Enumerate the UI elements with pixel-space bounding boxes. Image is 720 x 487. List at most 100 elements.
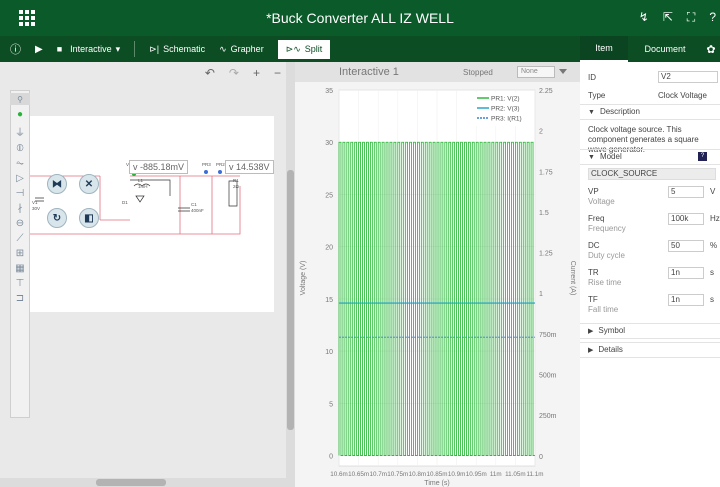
- inductor-icon[interactable]: ∤: [18, 203, 23, 214]
- d1-label: D1: [122, 200, 128, 205]
- y-tick-label: 20: [325, 245, 333, 252]
- opamp-icon[interactable]: ⊐: [16, 293, 24, 304]
- graph-header: Interactive 1 Stopped None: [295, 62, 580, 82]
- model-section-header[interactable]: ▼ Model?: [580, 149, 720, 165]
- y2-tick-label: 2.25: [539, 88, 553, 95]
- y2-tick-label: 0: [539, 454, 543, 461]
- properties-panel: ID V2 Type Clock Voltage ▼ Description Cl…: [580, 62, 720, 487]
- param-name: DC: [588, 241, 600, 250]
- x-tick-label: 10.6m: [330, 471, 348, 478]
- document-title: *Buck Converter ALL IZ WELL: [266, 10, 454, 26]
- current-source-icon[interactable]: ⊖: [16, 218, 24, 229]
- delete-icon[interactable]: ✕: [79, 174, 99, 194]
- grapher-label: Grapher: [230, 44, 264, 54]
- voltage-source-icon[interactable]: ⦶: [16, 143, 23, 154]
- schematic-scrollbar-horizontal[interactable]: [0, 478, 286, 487]
- schematic-pane: ↶ ↷ + − ⚲ ● ⏚ ⦶ ⏦ ▷ ⊣ ∤ ⊖ ⟋ ⊞ ▦ ⊤ ⊐ V1 3…: [0, 62, 295, 487]
- zoom-out-icon[interactable]: −: [274, 66, 281, 80]
- cursor-select[interactable]: None: [517, 66, 555, 78]
- model-select[interactable]: CLOCK_SOURCE: [588, 168, 716, 180]
- param-value-field[interactable]: 1n: [668, 267, 704, 279]
- schematic-scrollbar-vertical[interactable]: [286, 62, 295, 487]
- y-tick-label: 10: [325, 349, 333, 356]
- share-icon[interactable]: ⇱: [663, 10, 673, 25]
- series-pr1-v2-line: [338, 141, 535, 456]
- param-name: TR: [588, 268, 599, 277]
- model-header-label: Model: [599, 152, 622, 161]
- rotate-icon[interactable]: ↻: [47, 208, 67, 228]
- tab-item[interactable]: Item: [580, 36, 628, 62]
- y2-axis-label: Current (A): [569, 261, 576, 296]
- type-label: Type: [588, 91, 606, 100]
- ground-icon[interactable]: ⏚: [15, 124, 25, 139]
- schematic-canvas[interactable]: V1 30V L1 1mH C1 400nF R1 2Ω D1 V(2) PR3…: [30, 116, 274, 312]
- x-tick-label: 10.8m: [409, 471, 427, 478]
- description-section-header[interactable]: ▼ Description: [580, 104, 720, 120]
- description-header-label: Description: [599, 107, 640, 116]
- switch-icon[interactable]: ⟋: [17, 233, 24, 244]
- fullscreen-icon[interactable]: ⛶: [687, 10, 695, 25]
- param-name: VP: [588, 187, 599, 196]
- split-view-button[interactable]: ⊳∿ Split: [277, 39, 331, 59]
- param-value-field[interactable]: 100k: [668, 213, 704, 225]
- probe-readout-v2: v -885.18mV: [129, 160, 189, 174]
- gear-icon[interactable]: ✿: [702, 36, 720, 62]
- y2-tick-label: 1.5: [539, 210, 549, 217]
- y-tick-label: 35: [325, 88, 333, 95]
- scroll-thumb[interactable]: [96, 479, 166, 486]
- param-value-field[interactable]: 1n: [668, 294, 704, 306]
- chevron-down-icon[interactable]: [559, 69, 567, 74]
- v1-label: V1: [32, 200, 38, 205]
- ic-icon[interactable]: ▦: [15, 263, 24, 274]
- y-tick-label: 15: [325, 297, 333, 304]
- caret-right-icon: ▶: [588, 328, 594, 335]
- waveform-chart[interactable]: 0 5 10 15 20 25 30 35 0 250m 500m 750m 1 1.25 1.5 1.75 2…: [295, 82, 580, 487]
- symbol-section-header[interactable]: ▶ Symbol: [580, 323, 720, 339]
- info-icon[interactable]: ⓘ: [10, 41, 21, 57]
- param-unit: Hz: [710, 214, 720, 223]
- redo-icon[interactable]: ↷: [229, 66, 239, 80]
- help-icon[interactable]: ?: [709, 10, 716, 25]
- grapher-icon: ∿: [219, 43, 227, 54]
- y2-tick-label: 1.25: [539, 251, 553, 258]
- y-tick-label: 0: [329, 454, 333, 461]
- y2-tick-label: 2: [539, 129, 543, 136]
- transistor-icon[interactable]: ⊞: [16, 248, 24, 259]
- tab-document[interactable]: Document: [628, 36, 702, 62]
- param-value-field[interactable]: 5: [668, 186, 704, 198]
- resistor-icon[interactable]: ⏦: [16, 158, 24, 169]
- details-header-label: Details: [598, 345, 623, 354]
- model-help-badge[interactable]: ?: [698, 152, 707, 161]
- grapher-view-button[interactable]: ∿ Grapher: [219, 44, 264, 55]
- circuit-diagram: V1 30V L1 1mH C1 400nF R1 2Ω D1 V(2) PR3…: [30, 162, 241, 235]
- x-tick-label: 11.05m: [505, 471, 526, 478]
- capacitor-icon[interactable]: ⊣: [16, 188, 25, 199]
- flip-icon[interactable]: ⧓: [47, 174, 67, 194]
- details-section-header[interactable]: ▶ Details: [580, 342, 720, 358]
- schematic-view-button[interactable]: ⊳| Schematic: [149, 44, 205, 55]
- play-icon[interactable]: ▶: [35, 44, 43, 55]
- param-description: Voltage: [588, 197, 615, 206]
- scroll-thumb[interactable]: [287, 170, 294, 430]
- param-unit: s: [710, 295, 714, 304]
- y-axis-label: Voltage (V): [300, 261, 307, 296]
- y2-tick-label: 250m: [539, 413, 557, 420]
- caret-down-icon: ▼: [588, 109, 595, 116]
- id-field[interactable]: V2: [658, 71, 718, 83]
- undo-icon[interactable]: ↶: [205, 66, 215, 80]
- logic-gate-icon[interactable]: ⊤: [16, 278, 25, 289]
- x-axis-label: Time (s): [424, 480, 449, 487]
- probe-icon[interactable]: ●: [17, 109, 23, 120]
- l1-label: L1: [138, 178, 144, 183]
- x-tick-label: 10.85m: [426, 471, 447, 478]
- properties-icon[interactable]: ◧: [79, 208, 99, 228]
- diode-icon[interactable]: ▷: [16, 173, 24, 184]
- r1-label: R1: [233, 178, 239, 183]
- param-value-field[interactable]: 50: [668, 240, 704, 252]
- search-icon[interactable]: ⚲: [10, 93, 30, 105]
- param-description: Rise time: [588, 278, 622, 287]
- simulate-icon[interactable]: ↯: [639, 10, 649, 25]
- mode-dropdown[interactable]: Interactive ▾: [70, 44, 120, 55]
- stop-icon[interactable]: ■: [57, 44, 62, 54]
- zoom-in-icon[interactable]: +: [253, 66, 260, 80]
